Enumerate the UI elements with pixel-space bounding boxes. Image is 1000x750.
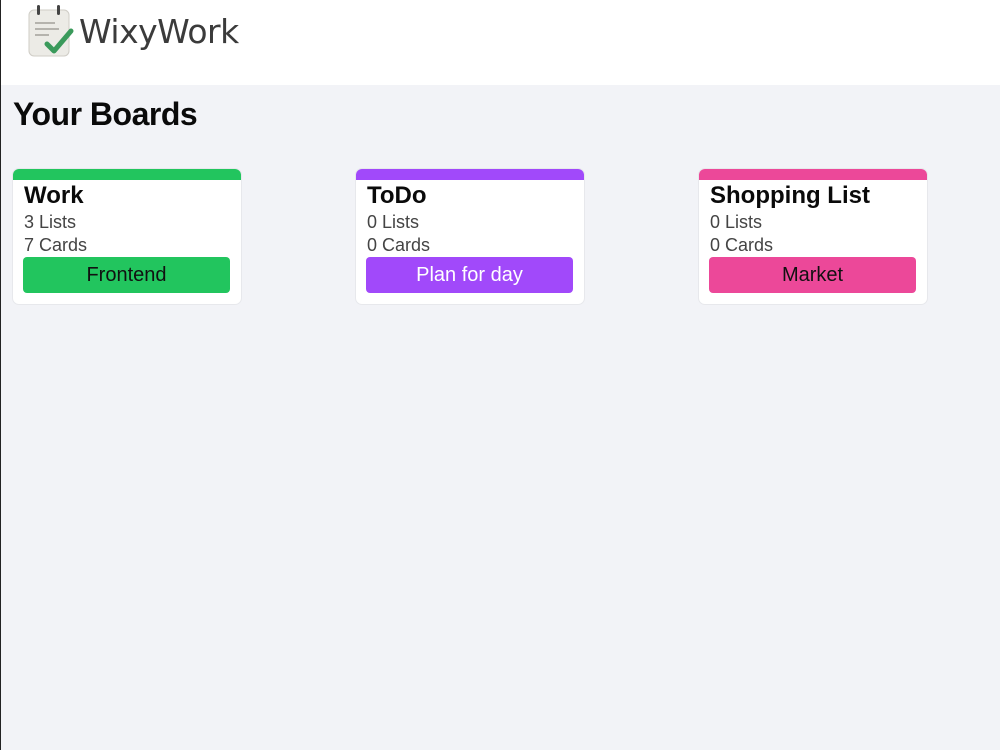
board-card-shopping-list[interactable]: Shopping List 0 Lists 0 Cards Market bbox=[699, 169, 927, 304]
board-list-count: 0 Lists bbox=[367, 212, 420, 232]
board-color-bar bbox=[13, 169, 241, 180]
board-tag-button[interactable]: Frontend bbox=[23, 257, 230, 293]
board-tag-button[interactable]: Market bbox=[709, 257, 916, 293]
board-list-count: 3 Lists bbox=[24, 212, 77, 232]
board-card-count: 0 Cards bbox=[710, 235, 774, 255]
app-header: WixyWork bbox=[1, 0, 1000, 85]
board-card-todo[interactable]: ToDo 0 Lists 0 Cards Plan for day bbox=[356, 169, 584, 304]
board-card-work[interactable]: Work 3 Lists 7 Cards Frontend bbox=[13, 169, 241, 304]
app-logo[interactable]: WixyWork bbox=[27, 4, 239, 58]
page-title: Your Boards bbox=[13, 96, 198, 132]
app-name: WixyWork bbox=[79, 11, 239, 51]
board-name: ToDo bbox=[367, 182, 427, 209]
board-list-count: 0 Lists bbox=[710, 212, 763, 232]
board-name: Work bbox=[24, 182, 84, 209]
boards-grid: Work 3 Lists 7 Cards Frontend ToDo 0 Lis… bbox=[13, 169, 1000, 305]
board-name: Shopping List bbox=[710, 182, 870, 209]
board-card-count: 0 Cards bbox=[367, 235, 431, 255]
board-card-count: 7 Cards bbox=[24, 235, 88, 255]
notepad-check-icon bbox=[28, 5, 74, 57]
board-color-bar bbox=[699, 169, 927, 180]
board-color-bar bbox=[356, 169, 584, 180]
board-tag-button[interactable]: Plan for day bbox=[366, 257, 573, 293]
